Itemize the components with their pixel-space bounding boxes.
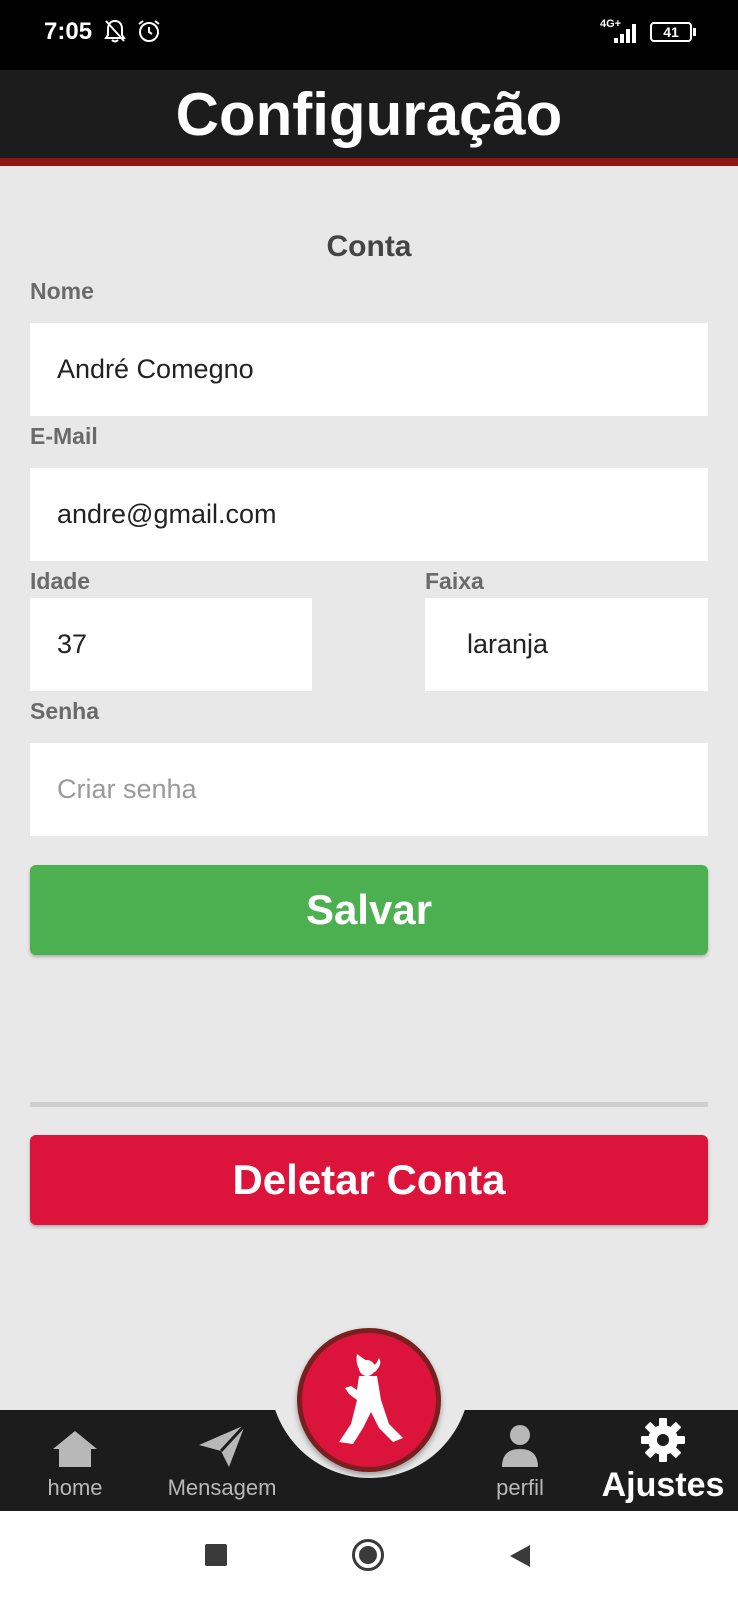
page-title: Configuração [175,81,563,148]
paper-plane-icon [199,1423,247,1467]
battery-level: 41 [663,24,679,40]
center-fab-button[interactable] [297,1328,441,1472]
back-icon[interactable] [508,1543,532,1569]
nav-label-perfil: perfil [496,1475,544,1500]
nav-label-ajustes: Ajustes [601,1466,725,1504]
status-bar: 7:05 4G+ 41 [0,0,738,70]
recent-apps-button[interactable] [205,1544,227,1566]
nav-item-home[interactable]: home [20,1410,130,1511]
status-time: 7:05 [44,18,93,45]
battery-icon: 41 [650,22,692,42]
delete-account-button[interactable]: Deletar Conta [30,1135,708,1225]
signal-icon [614,24,636,43]
nav-label-home: home [47,1475,103,1500]
email-label: E-Mail [30,423,98,449]
nome-label: Nome [30,278,94,304]
karate-fighter-icon [339,1354,403,1444]
bell-off-icon [104,19,126,43]
battery-tip [693,28,696,36]
person-icon [502,1425,538,1467]
idade-field[interactable]: 37 [30,598,312,691]
faixa-field[interactable]: laranja [425,598,708,691]
senha-field[interactable]: Criar senha [30,743,708,836]
faixa-label: Faixa [425,568,484,594]
email-field[interactable]: andre@gmail.com [30,468,708,561]
alarm-icon [138,20,160,42]
gear-icon [641,1418,685,1462]
nav-item-ajustes[interactable]: Ajustes [598,1410,728,1511]
idade-label: Idade [30,568,91,594]
nav-label-mensagem: Mensagem [167,1475,277,1500]
nome-field[interactable]: André Comegno [30,323,708,416]
header: Configuração [0,70,738,166]
senha-label: Senha [30,698,100,724]
nav-item-mensagem[interactable]: Mensagem [152,1410,292,1511]
section-title: Conta [326,230,412,263]
home-system-button[interactable] [352,1539,384,1571]
divider [30,1102,708,1107]
home-system-inner [359,1546,377,1564]
save-button[interactable]: Salvar [30,865,708,955]
home-icon [53,1431,97,1467]
nav-item-perfil[interactable]: perfil [470,1410,570,1511]
system-nav-bar [0,1511,738,1600]
